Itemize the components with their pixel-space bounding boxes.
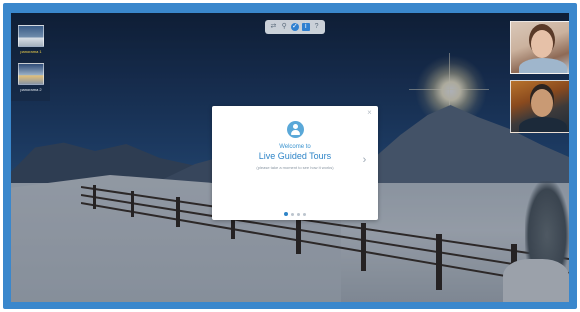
welcome-text: Welcome to [279, 144, 311, 150]
page-dot-3[interactable] [297, 212, 300, 216]
participant-video-1[interactable] [510, 21, 569, 74]
user-icon-head [293, 124, 298, 129]
check-icon[interactable]: ✓ [290, 23, 299, 31]
page-dot-4[interactable] [303, 212, 306, 216]
welcome-dialog: × Welcome to Live Guided Tours (please t… [212, 106, 378, 220]
share-icon[interactable]: ⇄ [269, 23, 277, 31]
panorama-label: panorama 2 [20, 87, 42, 92]
panorama-item-1[interactable]: panorama 1 [18, 25, 44, 54]
chevron-right-icon[interactable]: › [360, 154, 369, 166]
panorama-thumbnail[interactable] [18, 25, 44, 47]
pagination-dots [212, 212, 378, 216]
info-icon[interactable]: i [301, 23, 310, 31]
dialog-subtitle: (please take a moment to see how it work… [256, 165, 334, 170]
close-icon[interactable]: × [365, 108, 374, 117]
user-icon [287, 121, 304, 138]
participant-body [519, 58, 567, 73]
participant-face [531, 89, 553, 117]
panorama-viewport[interactable]: ⇄ ⚲ ✓ i ? panorama 1 panorama 2 × Welcom… [11, 13, 569, 302]
participant-body [519, 117, 567, 132]
dialog-title: Live Guided Tours [258, 151, 332, 161]
pin-icon[interactable]: ⚲ [280, 23, 288, 31]
panorama-item-2[interactable]: panorama 2 [18, 63, 44, 92]
panorama-thumbnail[interactable] [18, 63, 44, 85]
user-icon-body [291, 130, 300, 135]
help-icon[interactable]: ? [313, 23, 321, 31]
page-dot-2[interactable] [291, 212, 294, 216]
panorama-label: panorama 1 [20, 49, 42, 54]
participant-face [531, 30, 553, 58]
top-toolbar: ⇄ ⚲ ✓ i ? [265, 20, 325, 34]
participant-video-2[interactable] [510, 80, 569, 133]
page-dot-1[interactable] [284, 212, 288, 216]
panorama-list: panorama 1 panorama 2 [11, 21, 50, 101]
